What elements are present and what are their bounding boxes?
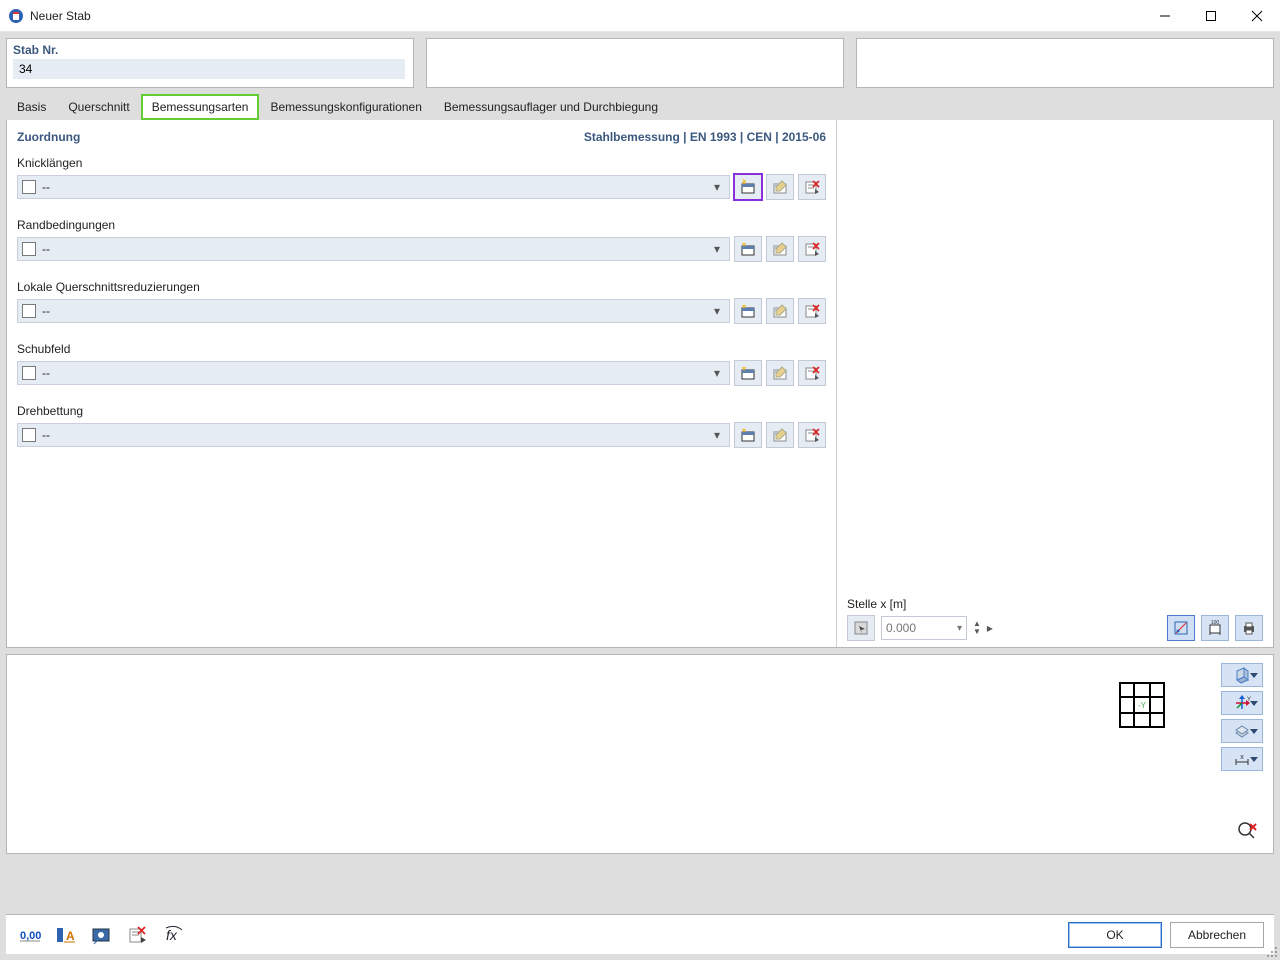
- chevron-down-icon: ▾: [709, 428, 725, 442]
- header-box-3: [856, 38, 1274, 88]
- knicklangen-label: Knicklängen: [17, 156, 826, 170]
- navigation-cube[interactable]: -Y: [1119, 671, 1177, 729]
- units-button[interactable]: 0,00: [16, 922, 44, 948]
- svg-text:-Y: -Y: [1138, 701, 1147, 710]
- checkbox-icon[interactable]: [22, 304, 36, 318]
- ok-button[interactable]: OK: [1068, 922, 1162, 948]
- pick-position-button[interactable]: [847, 615, 875, 641]
- new-item-button[interactable]: [734, 236, 762, 262]
- svg-text:A: A: [66, 929, 75, 943]
- delete-item-button[interactable]: [798, 298, 826, 324]
- randbedingungen-combo[interactable]: -- ▾: [17, 237, 730, 261]
- font-button[interactable]: A: [52, 922, 80, 948]
- zoom-reset-button[interactable]: [1235, 819, 1259, 843]
- tab-bemessungsarten[interactable]: Bemessungsarten: [141, 94, 260, 120]
- tab-basis[interactable]: Basis: [6, 94, 57, 120]
- stellex-label: Stelle x [m]: [847, 597, 1263, 611]
- drehbettung-combo[interactable]: -- ▾: [17, 423, 730, 447]
- svg-text:Y: Y: [1247, 697, 1251, 703]
- right-panel: Stelle x [m] 0.000 ▾ ▲ ▼ ▸: [837, 120, 1273, 647]
- edit-item-button[interactable]: [766, 360, 794, 386]
- knicklangen-combo[interactable]: -- ▾: [17, 175, 730, 199]
- chevron-down-icon: ▾: [709, 242, 725, 256]
- tab-strip: Basis Querschnitt Bemessungsarten Bemess…: [6, 94, 1274, 120]
- lokale-label: Lokale Querschnittsreduzierungen: [17, 280, 826, 294]
- checkbox-icon[interactable]: [22, 366, 36, 380]
- new-item-button[interactable]: [734, 174, 762, 200]
- bottom-toolbar: 0,00 A fx OK Abbrechen: [6, 914, 1274, 954]
- stab-nr-label: Stab Nr.: [13, 43, 407, 57]
- norm-label: Stahlbemessung | EN 1993 | CEN | 2015-06: [584, 130, 826, 144]
- cancel-button[interactable]: Abbrechen: [1170, 922, 1264, 948]
- close-button[interactable]: [1234, 0, 1280, 32]
- stab-nr-box: Stab Nr.: [6, 38, 414, 88]
- app-icon: [8, 8, 24, 24]
- delete-item-button[interactable]: [798, 360, 826, 386]
- minimize-button[interactable]: [1142, 0, 1188, 32]
- preview-area: -Y Y x: [6, 654, 1274, 854]
- tab-querschnitt[interactable]: Querschnitt: [57, 94, 140, 120]
- new-item-button[interactable]: [734, 360, 762, 386]
- stab-nr-input[interactable]: [13, 59, 405, 79]
- svg-text:100: 100: [1211, 620, 1220, 626]
- chevron-down-icon: ▾: [709, 366, 725, 380]
- randbedingungen-label: Randbedingungen: [17, 218, 826, 232]
- drehbettung-label: Drehbettung: [17, 404, 826, 418]
- chevron-down-icon: ▾: [709, 180, 725, 194]
- spin-down-button[interactable]: ▼: [973, 628, 981, 636]
- resize-grip-icon[interactable]: [1266, 946, 1278, 958]
- svg-text:x: x: [1240, 754, 1244, 761]
- new-item-button[interactable]: [734, 422, 762, 448]
- checkbox-icon[interactable]: [22, 180, 36, 194]
- new-item-button[interactable]: [734, 298, 762, 324]
- display-dropdown[interactable]: [1221, 719, 1263, 743]
- chevron-down-icon: ▾: [709, 304, 725, 318]
- checkbox-icon[interactable]: [22, 242, 36, 256]
- delete-item-button[interactable]: [798, 236, 826, 262]
- view-toggle-1[interactable]: [1167, 615, 1195, 641]
- clear-button[interactable]: [124, 922, 152, 948]
- print-button[interactable]: ▾: [1235, 615, 1263, 641]
- chevron-down-icon: ▾: [957, 623, 962, 634]
- checkbox-icon[interactable]: [22, 428, 36, 442]
- dimension-dropdown[interactable]: x: [1221, 747, 1263, 771]
- tab-bemessungsauflager[interactable]: Bemessungsauflager und Durchbiegung: [433, 94, 669, 120]
- play-forward-button[interactable]: ▸: [987, 621, 993, 635]
- view-mode-dropdown[interactable]: [1221, 663, 1263, 687]
- edit-item-button[interactable]: [766, 174, 794, 200]
- tab-bemessungskonfigurationen[interactable]: Bemessungskonfigurationen: [259, 94, 432, 120]
- zuordnung-label: Zuordnung: [17, 130, 80, 144]
- lokale-combo[interactable]: -- ▾: [17, 299, 730, 323]
- schubfeld-combo[interactable]: -- ▾: [17, 361, 730, 385]
- help-button[interactable]: [88, 922, 116, 948]
- edit-item-button[interactable]: [766, 236, 794, 262]
- svg-text:fx: fx: [166, 927, 178, 943]
- delete-item-button[interactable]: [798, 174, 826, 200]
- window-title: Neuer Stab: [30, 9, 91, 23]
- header-box-2: [426, 38, 844, 88]
- title-bar: Neuer Stab: [0, 0, 1280, 32]
- svg-text:0,00: 0,00: [20, 930, 41, 942]
- schubfeld-label: Schubfeld: [17, 342, 826, 356]
- stellex-input[interactable]: 0.000 ▾: [881, 616, 967, 640]
- axes-dropdown[interactable]: Y: [1221, 691, 1263, 715]
- formula-button[interactable]: fx: [160, 922, 188, 948]
- edit-item-button[interactable]: [766, 422, 794, 448]
- delete-item-button[interactable]: [798, 422, 826, 448]
- left-panel: Zuordnung Stahlbemessung | EN 1993 | CEN…: [7, 120, 837, 647]
- view-toggle-2[interactable]: 100: [1201, 615, 1229, 641]
- edit-item-button[interactable]: [766, 298, 794, 324]
- maximize-button[interactable]: [1188, 0, 1234, 32]
